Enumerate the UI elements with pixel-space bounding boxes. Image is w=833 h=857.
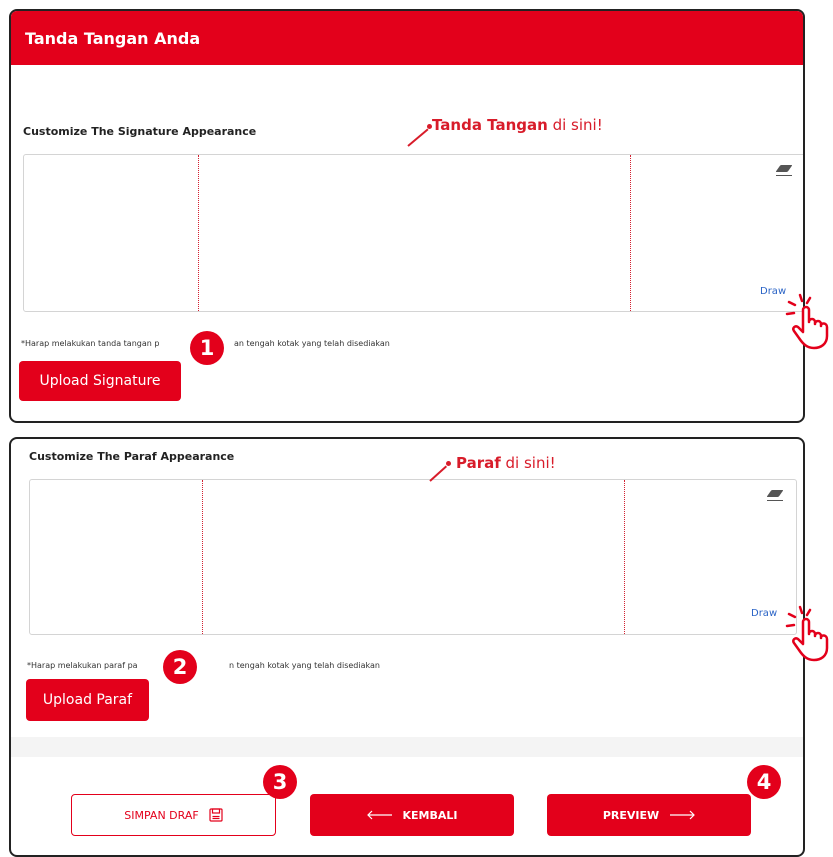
upload-paraf-button[interactable]: Upload Paraf bbox=[26, 679, 149, 721]
step-badge-4: 4 bbox=[747, 765, 781, 799]
paraf-note-right: n tengah kotak yang telah disediakan bbox=[229, 661, 380, 670]
canvas-guide-right bbox=[624, 480, 625, 634]
footer-divider bbox=[11, 737, 803, 757]
draw-link[interactable]: Draw bbox=[760, 286, 786, 297]
paraf-canvas[interactable]: Draw bbox=[29, 479, 797, 635]
back-button[interactable]: KEMBALI bbox=[310, 794, 514, 836]
canvas-guide-right bbox=[630, 155, 631, 311]
signature-card: Tanda Tangan Anda Customize The Signatur… bbox=[9, 9, 805, 423]
paraf-annotation: Paraf di sini! bbox=[456, 454, 556, 472]
canvas-guide-left bbox=[198, 155, 199, 311]
signature-note-right: an tengah kotak yang telah disediakan bbox=[234, 339, 390, 348]
step-badge-3: 3 bbox=[263, 765, 297, 799]
draw-link[interactable]: Draw bbox=[751, 608, 777, 619]
floppy-disk-icon bbox=[209, 808, 223, 822]
canvas-guide-left bbox=[202, 480, 203, 634]
arrow-left-icon bbox=[366, 810, 392, 820]
preview-button[interactable]: PREVIEW bbox=[547, 794, 751, 836]
save-draft-label: SIMPAN DRAF bbox=[124, 808, 199, 822]
paraf-note-left: *Harap melakukan paraf pa bbox=[27, 661, 138, 670]
back-label: KEMBALI bbox=[402, 808, 458, 822]
save-draft-button[interactable]: SIMPAN DRAF bbox=[71, 794, 276, 836]
step-badge-2: 2 bbox=[163, 650, 197, 684]
upload-signature-button[interactable]: Upload Signature bbox=[19, 361, 181, 401]
hand-pointer-icon bbox=[785, 293, 829, 350]
card-header: Tanda Tangan Anda bbox=[11, 11, 803, 65]
eraser-icon[interactable] bbox=[766, 490, 784, 501]
preview-label: PREVIEW bbox=[602, 808, 660, 822]
annotation-pointer-dot bbox=[446, 461, 451, 466]
signature-canvas[interactable]: Draw bbox=[23, 154, 803, 312]
step-badge-1: 1 bbox=[190, 331, 224, 365]
paraf-section-title: Customize The Paraf Appearance bbox=[29, 450, 235, 463]
hand-pointer-icon bbox=[785, 605, 829, 662]
signature-note-left: *Harap melakukan tanda tangan p bbox=[21, 339, 160, 348]
arrow-right-icon bbox=[670, 810, 696, 820]
signature-annotation: Tanda Tangan di sini! bbox=[432, 116, 603, 134]
eraser-icon[interactable] bbox=[775, 165, 793, 176]
signature-section-title: Customize The Signature Appearance bbox=[23, 125, 257, 138]
card-header-title: Tanda Tangan Anda bbox=[25, 29, 201, 48]
